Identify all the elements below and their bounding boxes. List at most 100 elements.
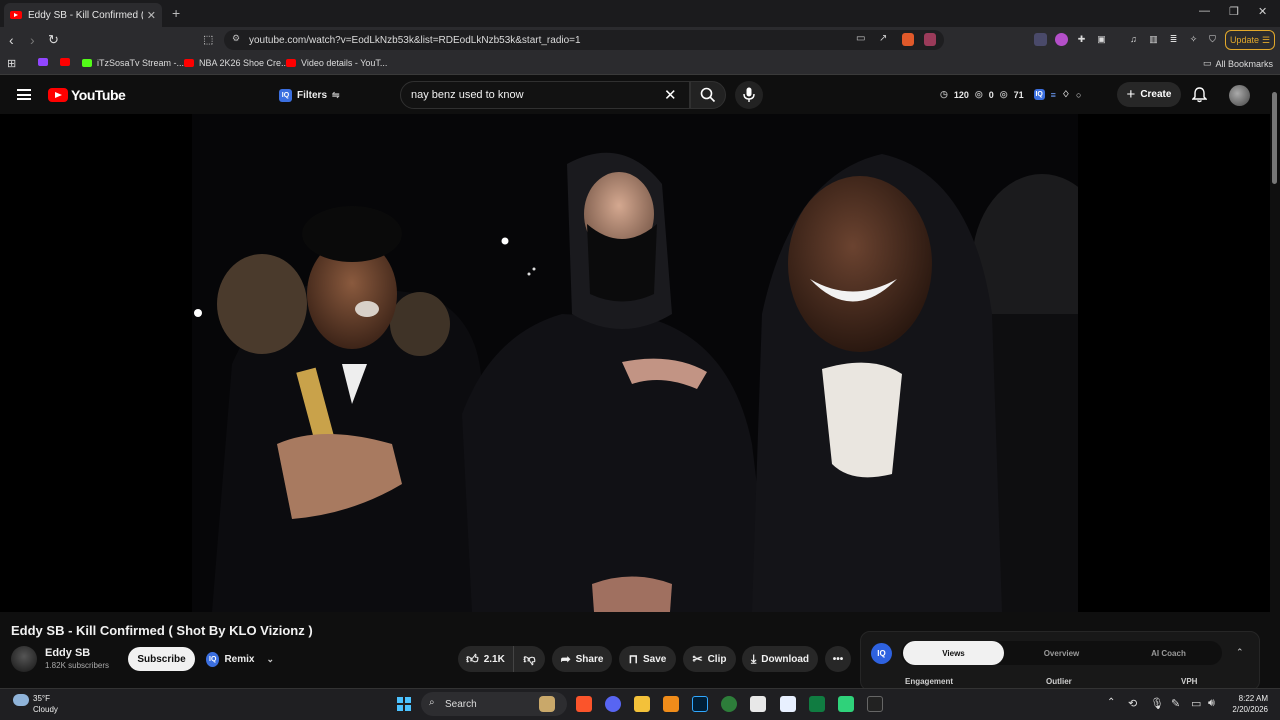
subscriber-count: 1.82K subscribers xyxy=(45,661,110,670)
maximize-icon[interactable]: ❐ xyxy=(1229,5,1239,18)
share-page-icon[interactable]: ↗ xyxy=(879,33,887,44)
clock-time[interactable]: 8:22 AM xyxy=(1232,694,1268,703)
update-button[interactable]: Update ☰ xyxy=(1225,30,1275,50)
search-input[interactable]: nay benz used to know xyxy=(400,81,690,109)
thumbs-up-icon: 👍︎ xyxy=(466,651,479,666)
youtube-icon xyxy=(60,58,70,66)
chevron-down-icon: ⌄ xyxy=(266,653,274,664)
extension-icon[interactable] xyxy=(1055,33,1068,46)
youtube-logo[interactable]: YouTube xyxy=(48,87,126,103)
collapse-chevron-icon[interactable]: ⌃ xyxy=(1236,647,1244,658)
sidebar-icon[interactable]: ▥ xyxy=(1147,33,1160,46)
window-close-icon[interactable]: ✕ xyxy=(1258,5,1267,18)
dislike-button[interactable]: 👎︎ xyxy=(513,646,545,672)
brave-rewards-icon[interactable] xyxy=(924,33,936,46)
bookmark-page-icon[interactable]: ⬚ xyxy=(203,33,213,46)
subscribe-button[interactable]: Subscribe xyxy=(128,647,195,671)
list-icon[interactable]: ≡ xyxy=(1051,90,1056,100)
more-actions-button[interactable]: ••• xyxy=(825,646,851,672)
forward-icon[interactable]: › xyxy=(30,32,35,48)
menu-lines-icon: ☰ xyxy=(1261,34,1271,45)
scrollbar-thumb[interactable] xyxy=(1272,92,1277,184)
new-tab-icon[interactable]: + xyxy=(172,5,180,21)
clock-date[interactable]: 2/20/2026 xyxy=(1224,705,1268,714)
download-button[interactable]: ⤓ Download xyxy=(742,646,818,672)
cast-icon[interactable]: ▭ xyxy=(856,33,865,44)
bookmark-item[interactable]: NBA 2K26 Shoe Cre... xyxy=(184,58,289,68)
bookmarks-bar: ⊞ iTzSosaTv Stream -... NBA 2K26 Shoe Cr… xyxy=(0,53,1280,75)
leo-ai-icon[interactable]: ✧ xyxy=(1187,33,1200,46)
extensions-puzzle-icon[interactable]: ✚ xyxy=(1075,33,1088,46)
account-avatar[interactable] xyxy=(1229,85,1250,106)
column-engagement: Engagement xyxy=(905,677,954,686)
reading-list-icon[interactable]: ≣ xyxy=(1167,33,1180,46)
epic-games-icon[interactable] xyxy=(867,696,883,712)
site-info-icon[interactable]: ⚙ xyxy=(232,33,240,44)
notifications-bell-icon[interactable] xyxy=(1192,87,1207,103)
discord-icon[interactable] xyxy=(605,696,621,712)
create-button[interactable]: + Create xyxy=(1117,82,1181,107)
tab-close-icon[interactable]: ✕ xyxy=(147,9,156,22)
all-bookmarks[interactable]: ▭ All Bookmarks xyxy=(1203,58,1273,69)
menu-icon[interactable] xyxy=(17,89,31,100)
minimize-icon[interactable]: — xyxy=(1199,5,1210,17)
taskbar-search[interactable]: ⌕ Search xyxy=(421,692,567,716)
clear-search-icon[interactable]: ✕ xyxy=(664,86,677,104)
pen-icon[interactable]: ✎ xyxy=(1171,697,1180,710)
network-icon[interactable]: ▭ xyxy=(1191,697,1201,710)
app-icon[interactable] xyxy=(721,696,737,712)
windows-start-icon[interactable] xyxy=(397,697,411,711)
filters-button[interactable]: IQ Filters ⇋ xyxy=(279,84,340,106)
twitch-icon xyxy=(38,58,48,66)
bookmark-youtube[interactable] xyxy=(60,58,75,66)
reload-icon[interactable]: ↻ xyxy=(48,32,59,48)
vpn-shield-icon[interactable]: ⛉ xyxy=(1206,33,1219,46)
back-icon[interactable]: ‹ xyxy=(9,32,14,48)
clip-button[interactable]: ✂ Clip xyxy=(683,646,736,672)
tab-overview[interactable]: Overview xyxy=(1011,641,1112,665)
chat-icon[interactable]: ○ xyxy=(1076,90,1081,100)
microphone-icon[interactable]: 🎙︎ xyxy=(1150,697,1164,710)
search-button[interactable] xyxy=(690,81,726,109)
weather-cloud-icon[interactable] xyxy=(13,694,29,706)
youtube-header: YouTube IQ Filters ⇋ nay benz used to kn… xyxy=(0,76,1280,114)
save-button[interactable]: ⊓ Save xyxy=(619,646,676,672)
extension-icon[interactable] xyxy=(1034,33,1047,46)
show-hidden-icons[interactable]: ⌃ xyxy=(1107,697,1115,708)
channel-name[interactable]: Eddy SB xyxy=(45,647,90,659)
brave-shields-icon[interactable] xyxy=(902,33,914,46)
app-icon[interactable] xyxy=(838,696,854,712)
apps-grid-icon[interactable]: ⊞ xyxy=(7,57,16,70)
share-icon: ➦ xyxy=(560,652,571,666)
tab-views[interactable]: Views xyxy=(903,641,1004,665)
notepad-icon[interactable] xyxy=(780,696,796,712)
bookmark-item[interactable]: Video details - YouT... xyxy=(286,58,387,68)
volume-icon[interactable]: 🔊︎ xyxy=(1208,697,1215,710)
weather-temperature[interactable]: 35°F xyxy=(33,694,50,703)
like-button[interactable]: 👍︎ 2.1K xyxy=(458,646,513,672)
extension-icon[interactable]: ▣ xyxy=(1095,33,1108,46)
bookmark-twitch[interactable] xyxy=(38,58,53,66)
kick-icon xyxy=(82,59,92,67)
file-explorer-icon[interactable] xyxy=(634,696,650,712)
remix-button[interactable]: IQ Remix ⌄ xyxy=(202,647,274,671)
video-frame[interactable] xyxy=(192,114,1078,612)
sync-icon[interactable]: ⟲ xyxy=(1128,697,1137,710)
iq-icon[interactable]: IQ xyxy=(1033,89,1045,100)
channel-avatar[interactable] xyxy=(11,646,37,672)
tab-ai-coach[interactable]: AI Coach xyxy=(1118,641,1219,665)
weather-description[interactable]: Cloudy xyxy=(33,705,58,714)
voice-search-button[interactable] xyxy=(735,81,763,109)
bookmark-item[interactable]: iTzSosaTv Stream -... xyxy=(82,58,184,68)
excel-icon[interactable] xyxy=(809,696,825,712)
app-icon[interactable] xyxy=(750,696,766,712)
browser-tab[interactable]: Eddy SB - Kill Confirmed ( Sho ✕ xyxy=(4,3,162,27)
media-icon[interactable]: ♫ xyxy=(1127,33,1140,46)
photoshop-icon[interactable] xyxy=(692,696,708,712)
brave-browser-icon[interactable] xyxy=(576,696,592,712)
share-button[interactable]: ➦ Share xyxy=(552,646,612,672)
bulb-icon[interactable]: ♢ xyxy=(1062,89,1070,100)
address-bar[interactable]: ⚙ youtube.com/watch?v=EodLkNzb53k&list=R… xyxy=(224,30,944,50)
app-icon[interactable] xyxy=(663,696,679,712)
video-title: Eddy SB - Kill Confirmed ( Shot By KLO V… xyxy=(11,623,313,638)
